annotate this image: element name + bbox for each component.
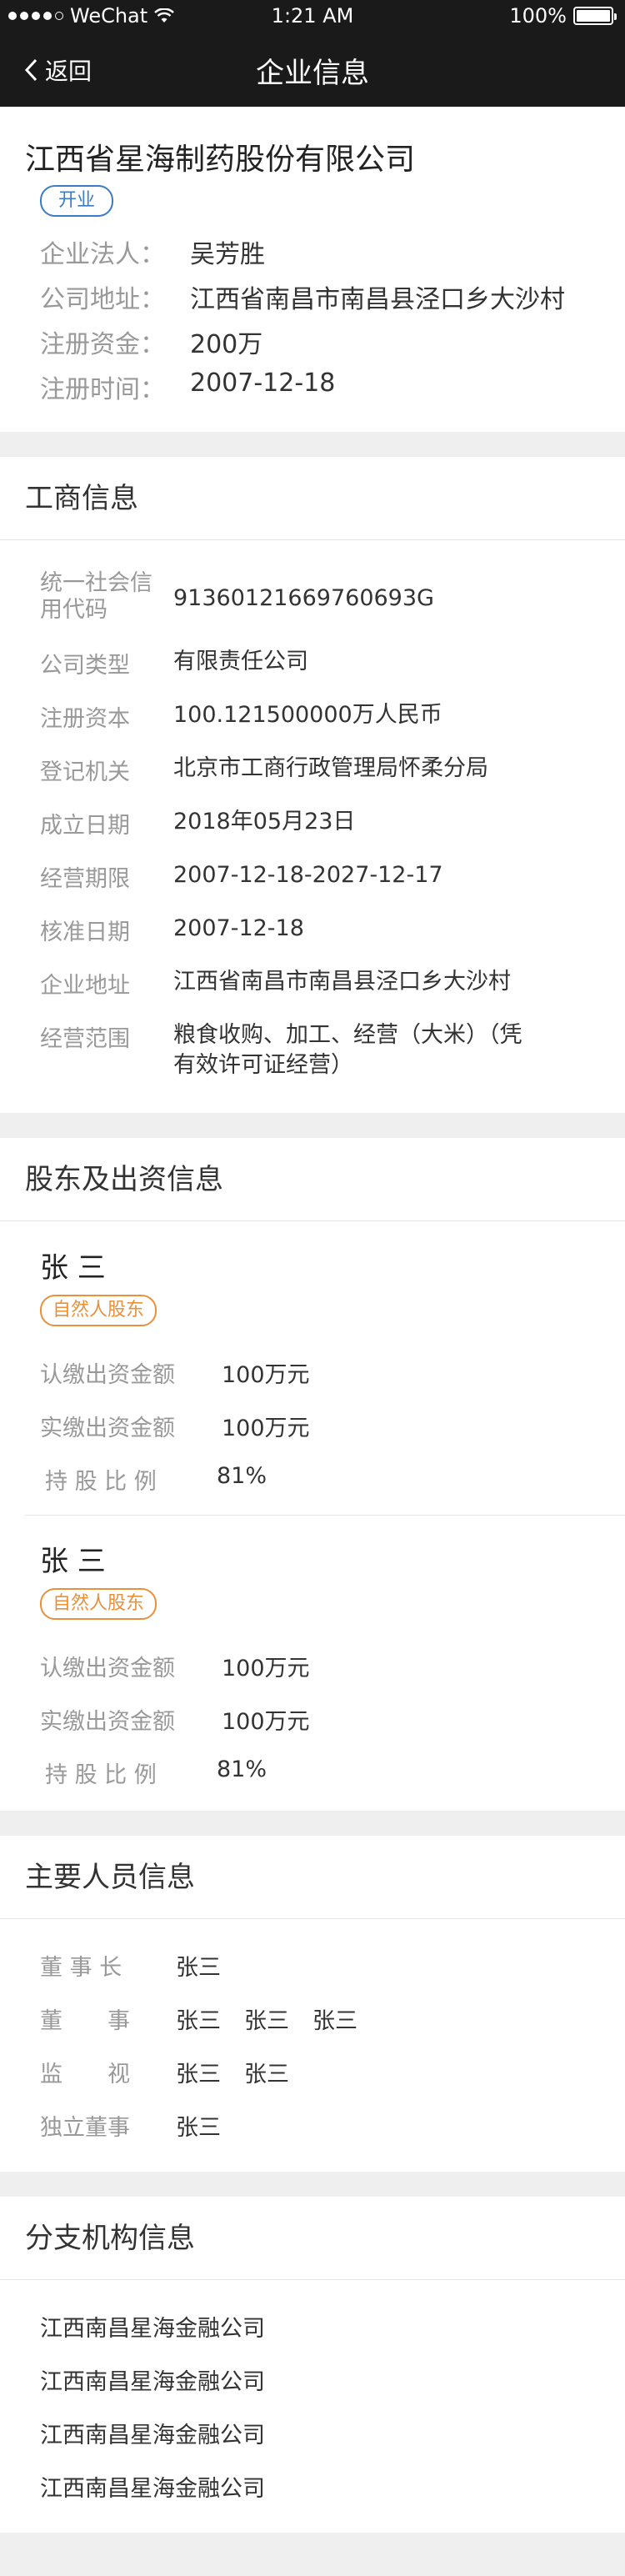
company-field: 企业法人： 吴芳胜 (40, 233, 265, 270)
branch-item[interactable]: 江西南昌星海金融公司 (40, 2363, 265, 2396)
business-row: 注册资本 100.121500000万人民币 (40, 700, 442, 733)
person-row: 董 事 长 张三 (40, 1949, 221, 1982)
business-row: 统一社会信用代码 91360121669760693G (40, 570, 434, 624)
shareholder-row: 实缴出资金额 100万元 (40, 1410, 310, 1442)
business-row: 经营期限 2007-12-18-2027-12-17 (40, 860, 443, 893)
row-value: 100万元 (222, 1362, 310, 1388)
row-label: 经营期限 (40, 866, 130, 892)
shareholder-row: 持 股 比 例 81% (40, 1463, 267, 1496)
section-title: 股东及出资信息 (0, 1138, 625, 1221)
business-row: 成立日期 2018年05月23日 (40, 807, 355, 839)
key-persons-card: 主要人员信息 董 事 长 张三 董 事 张三 张三 张三 监 视 张三 张三 独… (0, 1836, 625, 2172)
person-row: 监 视 张三 张三 (40, 2056, 289, 2088)
business-info-card: 工商信息 统一社会信用代码 91360121669760693G 公司类型 有限… (0, 457, 625, 1113)
branch-item[interactable]: 江西南昌星海金融公司 (40, 2470, 265, 2503)
person-name: 张三 (244, 2008, 289, 2034)
field-label: 企业法人： (40, 240, 165, 269)
person-row: 独立董事 张三 (40, 2109, 221, 2142)
field-label: 注册时间： (40, 375, 165, 404)
row-value: 100万元 (222, 1416, 310, 1441)
business-row: 企业地址 江西省南昌市南昌县泾口乡大沙村 (40, 967, 511, 1000)
row-label: 实缴出资金额 (40, 1709, 175, 1735)
business-row: 核准日期 2007-12-18 (40, 914, 304, 946)
row-label: 核准日期 (40, 920, 130, 945)
row-value: 2007-12-18-2027-12-17 (173, 862, 443, 888)
row-value: 2007-12-18 (173, 915, 304, 941)
business-row: 公司类型 有限责任公司 (40, 647, 308, 679)
row-label: 监 视 (40, 2062, 130, 2087)
person-name: 张三 (176, 1955, 221, 1981)
row-value: 北京市工商行政管理局怀柔分局 (173, 755, 488, 781)
row-label: 登记机关 (40, 759, 130, 785)
shareholder-tag: 自然人股东 (40, 1588, 157, 1620)
company-field: 注册资金： 200万 (40, 323, 262, 360)
person-name: 张三 (176, 2008, 221, 2034)
company-name: 江西省星海制药股份有限公司 (25, 143, 416, 177)
row-label: 统一社会信用代码 (40, 570, 152, 623)
person-name: 张三 (176, 2062, 221, 2087)
business-row: 登记机关 北京市工商行政管理局怀柔分局 (40, 754, 488, 786)
company-card: 江西省星海制药股份有限公司 开业 企业法人： 吴芳胜 公司地址： 江西省南昌市南… (0, 107, 625, 432)
row-label: 持 股 比 例 (45, 1762, 157, 1788)
row-value: 100万元 (222, 1656, 310, 1681)
section-title: 工商信息 (0, 457, 625, 540)
nav-bar: 返回 企业信息 (0, 33, 625, 107)
shareholder-row: 认缴出资金额 100万元 (40, 1650, 310, 1682)
person-name: 张三 (176, 2115, 221, 2141)
field-value: 吴芳胜 (190, 240, 265, 269)
row-label: 成立日期 (40, 813, 130, 839)
section-title: 主要人员信息 (0, 1836, 625, 1919)
shareholder-row: 认缴出资金额 100万元 (40, 1356, 310, 1389)
field-label: 注册资金： (40, 330, 165, 359)
row-label: 认缴出资金额 (40, 1362, 175, 1388)
field-value: 江西省南昌市南昌县泾口乡大沙村 (190, 285, 565, 314)
status-bar: WeChat 1:21 AM 100% (0, 0, 625, 33)
row-value: 81% (217, 1463, 268, 1489)
company-field: 公司地址： 江西省南昌市南昌县泾口乡大沙村 (40, 278, 565, 315)
company-field: 注册时间： 2007-12-18 (40, 368, 335, 405)
row-label: 经营范围 (40, 1026, 130, 1052)
shareholder-tag: 自然人股东 (40, 1295, 157, 1326)
row-value: 粮食收购、加工、经营（大米）（凭有效许可证经营） (173, 1022, 522, 1078)
battery-icon (573, 7, 617, 25)
row-value: 100万元 (222, 1709, 310, 1735)
branches-card: 分支机构信息 江西南昌星海金融公司 江西南昌星海金融公司 江西南昌星海金融公司 … (0, 2197, 625, 2533)
row-value: 91360121669760693G (173, 585, 434, 611)
shareholders-card: 股东及出资信息 张 三 自然人股东 认缴出资金额 100万元 实缴出资金额 10… (0, 1138, 625, 1811)
person-row: 董 事 张三 张三 张三 (40, 2002, 358, 2035)
row-value: 有限责任公司 (173, 649, 308, 674)
row-value: 81% (217, 1757, 268, 1782)
branch-item[interactable]: 江西南昌星海金融公司 (40, 2310, 265, 2343)
page-title: 企业信息 (256, 57, 369, 90)
field-value: 2007-12-18 (190, 368, 336, 398)
row-label: 注册资本 (40, 706, 130, 732)
shareholder-row: 实缴出资金额 100万元 (40, 1703, 310, 1736)
field-label: 公司地址： (40, 285, 165, 314)
row-label: 公司类型 (40, 653, 130, 679)
row-label: 认缴出资金额 (40, 1656, 175, 1681)
business-row: 经营范围 粮食收购、加工、经营（大米）（凭有效许可证经营） (40, 1020, 523, 1080)
divider (25, 1515, 625, 1516)
shareholder-row: 持 股 比 例 81% (40, 1757, 267, 1789)
shareholder-name: 张 三 (40, 1545, 106, 1578)
person-name: 张三 (244, 2062, 289, 2087)
row-value: 2018年05月23日 (173, 809, 356, 834)
section-title: 分支机构信息 (0, 2197, 625, 2280)
person-name: 张三 (312, 2008, 358, 2034)
row-label: 董 事 长 (40, 1955, 122, 1981)
top-bar: WeChat 1:21 AM 100% 返回 企业信息 (0, 0, 625, 107)
field-value: 200万 (190, 330, 263, 359)
row-label: 实缴出资金额 (40, 1416, 175, 1441)
branch-item[interactable]: 江西南昌星海金融公司 (40, 2417, 265, 2449)
battery-percent: 100% (509, 4, 567, 28)
row-value: 江西省南昌市南昌县泾口乡大沙村 (173, 969, 511, 995)
row-label: 独立董事 (40, 2115, 130, 2141)
status-badge: 开业 (40, 185, 113, 217)
row-value: 100.121500000万人民币 (173, 702, 442, 728)
row-label: 董 事 (40, 2008, 130, 2034)
row-label: 企业地址 (40, 973, 130, 999)
row-label: 持 股 比 例 (45, 1469, 157, 1495)
shareholder-name: 张 三 (40, 1251, 106, 1285)
